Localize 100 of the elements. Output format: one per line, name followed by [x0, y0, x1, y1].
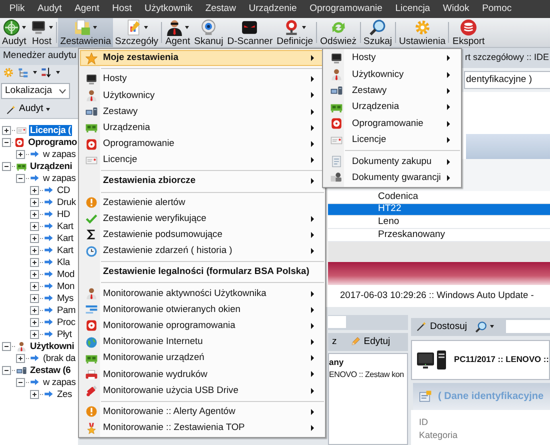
- menu-item[interactable]: Monitorowanie aktywności Użytkownika: [80, 285, 324, 302]
- expand-icon[interactable]: [30, 234, 39, 242]
- expand-icon[interactable]: [2, 126, 11, 134]
- menu-bar-item[interactable]: Pomoc: [476, 2, 518, 16]
- tree-item[interactable]: w zapas: [42, 172, 77, 184]
- tree-item[interactable]: Druk: [56, 196, 77, 208]
- collapse-icon[interactable]: [2, 138, 11, 146]
- tree-item[interactable]: Licencja (: [29, 124, 72, 136]
- menu-item[interactable]: Monitorowanie oprogramowania: [80, 318, 324, 334]
- expand-icon[interactable]: [30, 294, 39, 302]
- menu-item[interactable]: Użytkownicy: [80, 87, 324, 104]
- tree-item[interactable]: Pam: [56, 304, 77, 316]
- menu-item[interactable]: Moje zestawienia: [80, 50, 324, 66]
- menu-item[interactable]: Zestawy: [80, 104, 324, 120]
- toolbar-button[interactable]: Odśwież: [318, 18, 358, 47]
- tree-item[interactable]: Oprogramo: [27, 136, 78, 148]
- tab-title[interactable]: rt szczegółowy :: IDE: [464, 51, 549, 65]
- audit-button[interactable]: Audyt: [4, 102, 52, 117]
- text-field[interactable]: dentyfikacyjne ): [464, 71, 550, 89]
- menu-bar-item[interactable]: Widok: [436, 2, 476, 16]
- tree-item[interactable]: w zapas: [42, 376, 77, 388]
- toolbar-button[interactable]: Zestawienia: [58, 18, 113, 47]
- menu-item[interactable]: Dokumenty gwarancji: [324, 170, 460, 186]
- search-field[interactable]: [328, 316, 346, 328]
- menu-item[interactable]: Zestawienie legalności (formularz BSA Polska): [80, 264, 324, 280]
- menu-bar-item[interactable]: Oprogramowanie: [303, 2, 389, 16]
- menu-item[interactable]: Licencje: [80, 152, 324, 168]
- tree-item[interactable]: Urządzeni: [29, 160, 74, 172]
- menu-item[interactable]: Zestawienie weryfikujące: [80, 210, 324, 227]
- menu-item[interactable]: Hosty: [324, 50, 460, 66]
- menu-item[interactable]: Monitorowanie użycia USB Drive: [80, 382, 324, 399]
- menu-item[interactable]: Monitorowanie urządzeń: [80, 350, 324, 366]
- toolbar-button[interactable]: Ustawienia: [397, 18, 448, 47]
- tree-item[interactable]: Zes: [56, 388, 73, 400]
- tree-item[interactable]: Zestaw (6: [29, 364, 72, 376]
- menu-item[interactable]: Urządzenia: [80, 120, 324, 136]
- toolbar-button[interactable]: Skanuj: [192, 18, 226, 47]
- menu-item[interactable]: Użytkownicy: [324, 66, 460, 83]
- tree-item[interactable]: HD: [56, 208, 72, 220]
- menu-bar-item[interactable]: Urządzenie: [242, 2, 304, 16]
- tree-item[interactable]: Proc: [56, 316, 76, 328]
- tree-item[interactable]: Kart: [56, 244, 74, 256]
- tree-item[interactable]: Kart: [56, 232, 74, 244]
- tree-item[interactable]: Użytkowni: [29, 340, 76, 352]
- menu-bar-item[interactable]: Użytkownik: [138, 2, 199, 16]
- collapse-icon[interactable]: [16, 174, 25, 182]
- toolbar-button[interactable]: Host: [28, 18, 56, 47]
- menu-item[interactable]: Zestawy: [324, 82, 460, 100]
- menu-item[interactable]: Monitorowanie :: Alerty Agentów: [80, 404, 324, 420]
- menu-bar-item[interactable]: Plik: [3, 2, 32, 16]
- expand-icon[interactable]: [16, 354, 25, 362]
- tree-item[interactable]: Kart: [56, 220, 74, 232]
- expand-icon[interactable]: [30, 306, 39, 314]
- toolbar-button[interactable]: D-Scanner: [225, 18, 275, 47]
- toolbar-button[interactable]: Eksport: [450, 18, 487, 47]
- expand-icon[interactable]: [30, 282, 39, 290]
- tree-item[interactable]: CD: [56, 184, 72, 196]
- menu-item[interactable]: Urządzenia: [324, 99, 460, 116]
- menu-item[interactable]: Licencje: [324, 132, 460, 148]
- menu-item[interactable]: Monitorowanie :: Zestawienia TOP: [80, 420, 324, 436]
- tree-item[interactable]: Mys: [56, 292, 74, 304]
- collapse-icon[interactable]: [2, 342, 11, 350]
- expand-icon[interactable]: [30, 246, 39, 254]
- menu-bar-item[interactable]: Zestaw: [198, 2, 242, 16]
- collapse-icon[interactable]: [2, 366, 11, 374]
- menu-bar-item[interactable]: Audyt: [31, 2, 68, 16]
- expand-icon[interactable]: [30, 270, 39, 278]
- expand-icon[interactable]: [30, 330, 39, 338]
- expand-icon[interactable]: [30, 222, 39, 230]
- menu-bar-item[interactable]: Licencja: [388, 2, 436, 16]
- search-button[interactable]: [472, 320, 496, 333]
- menu-item[interactable]: Zestawienia zbiorcze: [80, 173, 324, 190]
- expand-icon[interactable]: [30, 198, 39, 206]
- toolbar-button[interactable]: Szczegóły: [113, 18, 160, 47]
- toolbar-button[interactable]: z: [330, 334, 339, 349]
- menu-item[interactable]: Zestawienie zdarzeń ( historia ): [80, 243, 324, 260]
- location-dropdown[interactable]: Lokalizacja: [1, 83, 70, 99]
- menu-item[interactable]: Zestawienie podsumowujące: [80, 226, 324, 244]
- tree-item[interactable]: Mon: [56, 280, 76, 292]
- expand-icon[interactable]: [30, 258, 39, 266]
- tree-item[interactable]: Kla: [56, 256, 71, 268]
- menu-item[interactable]: Hosty: [80, 71, 324, 88]
- expand-icon[interactable]: [30, 186, 39, 194]
- collapse-icon[interactable]: [2, 162, 11, 170]
- menu-item[interactable]: Oprogramowanie: [80, 136, 324, 152]
- menu-item[interactable]: Oprogramowanie: [324, 116, 460, 132]
- menu-item[interactable]: Zestawienie alertów: [80, 194, 324, 211]
- toolbar-button[interactable]: Szukaj: [362, 18, 394, 47]
- table-row[interactable]: Leno: [328, 216, 550, 230]
- toolbar-button[interactable]: Audyt: [0, 18, 28, 47]
- table-row[interactable]: HT22: [328, 204, 550, 216]
- menu-item[interactable]: Monitorowanie otwieranych okien: [80, 302, 324, 318]
- menu-item[interactable]: Dokumenty zakupu: [324, 153, 460, 170]
- toolbar-button[interactable]: Definicje: [274, 18, 316, 47]
- expand-icon[interactable]: [16, 150, 25, 158]
- menu-bar-item[interactable]: Host: [106, 2, 138, 16]
- menu-item[interactable]: Monitorowanie wydruków: [80, 366, 324, 383]
- menu-item[interactable]: Monitorowanie Internetu: [80, 334, 324, 350]
- expand-icon[interactable]: [30, 390, 39, 398]
- expand-icon[interactable]: [30, 318, 39, 326]
